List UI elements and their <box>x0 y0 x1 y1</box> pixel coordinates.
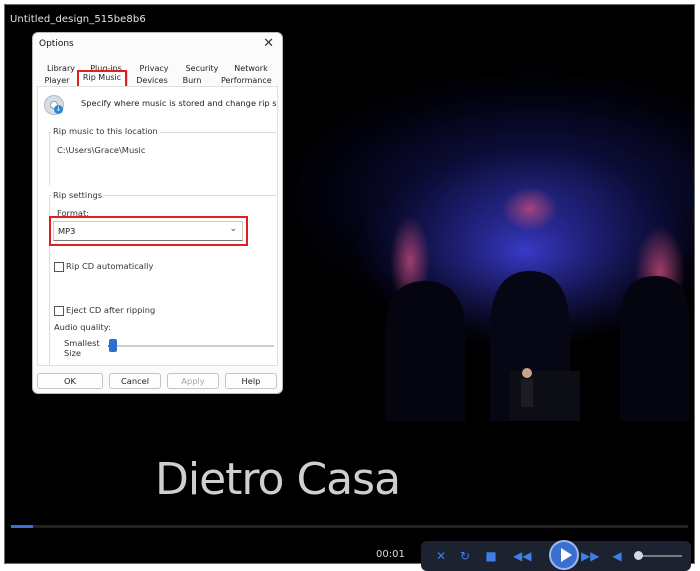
tab-privacy[interactable]: Privacy <box>137 64 171 73</box>
eject-cd-label: Eject CD after ripping <box>66 305 156 315</box>
close-icon[interactable]: ✕ <box>263 36 274 51</box>
cancel-button[interactable]: Cancel <box>109 373 161 389</box>
elapsed-time: 00:01 <box>376 549 405 560</box>
rip-cd-auto-label: Rip CD automatically <box>66 261 154 271</box>
tab-performance[interactable]: Performance <box>221 76 272 85</box>
audio-quality-label: Audio quality: <box>54 322 111 332</box>
location-group <box>49 132 277 185</box>
shuffle-icon[interactable]: ✕ <box>433 548 449 564</box>
ok-button[interactable]: OK <box>37 373 103 389</box>
tab-security[interactable]: Security <box>184 64 220 73</box>
repeat-icon[interactable]: ↻ <box>457 548 473 564</box>
eject-cd-checkbox[interactable] <box>54 306 64 316</box>
dialog-title: Options <box>39 39 74 49</box>
quality-slider[interactable] <box>108 345 274 347</box>
next-icon[interactable]: ▶▶ <box>581 548 599 564</box>
quality-slider-knob[interactable] <box>109 339 117 352</box>
size-label: Size <box>64 348 82 358</box>
help-button[interactable]: Help <box>225 373 277 389</box>
seek-bar[interactable] <box>11 525 688 528</box>
tab-devices[interactable]: Devices <box>135 76 169 85</box>
tab-network[interactable]: Network <box>233 64 269 73</box>
transport-bar: ✕ ↻ ■ ◀◀ ▶▶ ◀ <box>421 540 691 571</box>
video-caption: Dietro Casa <box>155 454 401 505</box>
apply-button[interactable]: Apply <box>167 373 219 389</box>
tab-player[interactable]: Player <box>44 76 70 85</box>
player-controls: 00:01 ✕ ↻ ■ ◀◀ ▶▶ ◀ <box>5 515 694 571</box>
smallest-label: Smallest <box>64 338 100 348</box>
location-group-label: Rip music to this location <box>51 126 160 136</box>
download-arrow-icon: ↓ <box>54 105 63 114</box>
location-path: C:\Users\Grace\Music <box>57 145 146 155</box>
play-button[interactable] <box>549 540 579 570</box>
rip-cd-auto-checkbox[interactable] <box>54 262 64 272</box>
volume-knob[interactable] <box>634 551 643 560</box>
format-highlight <box>49 216 248 246</box>
tab-description: Specify where music is stored and change… <box>81 98 277 108</box>
rip-settings-label: Rip settings <box>51 190 105 200</box>
volume-icon[interactable]: ◀ <box>609 548 625 564</box>
tab-library[interactable]: Library <box>47 64 75 73</box>
previous-icon[interactable]: ◀◀ <box>513 548 531 564</box>
tab-burn[interactable]: Burn <box>179 76 205 85</box>
stop-icon[interactable]: ■ <box>483 548 499 564</box>
options-dialog: Options ✕ Library Plug-ins Privacy Secur… <box>32 32 283 394</box>
window-title: Untitled_design_515be8b6 <box>10 14 146 25</box>
seek-progress <box>11 525 33 528</box>
